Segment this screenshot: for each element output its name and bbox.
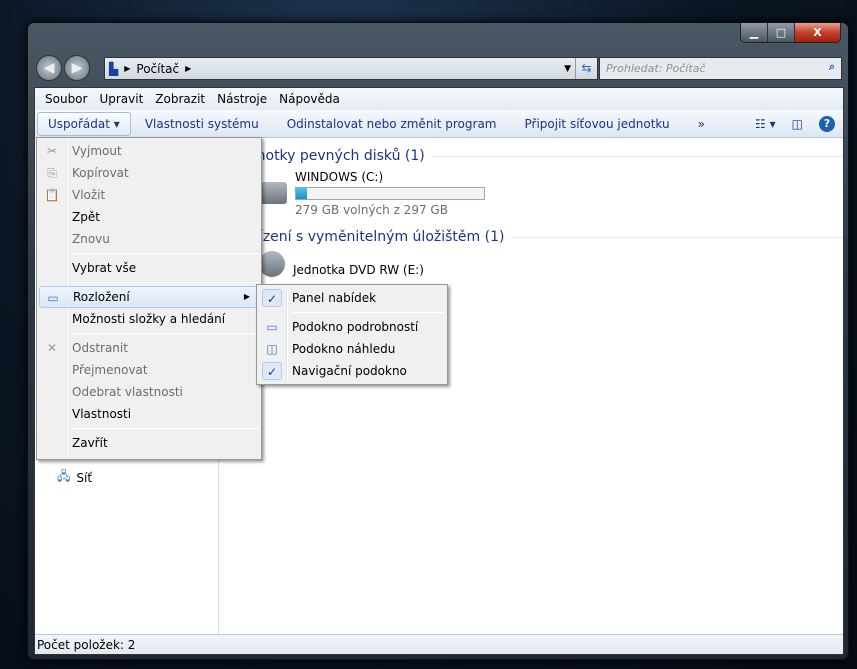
menu-item-properties[interactable]: Vlastnosti xyxy=(39,403,259,425)
menu-item-label: Znovu xyxy=(72,232,110,246)
menu-item-paste[interactable]: 📋 Vložit xyxy=(39,184,259,206)
breadcrumb-arrow-icon: ▶ xyxy=(124,64,131,73)
breadcrumb-computer[interactable]: Počítač xyxy=(136,62,179,76)
command-bar: Uspořádat ▾ Vlastnosti systému Odinstalo… xyxy=(35,110,843,138)
delete-x-icon: ✕ xyxy=(46,341,58,355)
checkmark-icon: ✓ xyxy=(262,289,282,307)
close-button[interactable]: X xyxy=(795,23,840,42)
menu-item-label: Zpět xyxy=(72,210,100,224)
drive-name: Jednotka DVD RW (E:) xyxy=(293,263,424,277)
menu-item-label: Možnosti složky a hledání xyxy=(72,312,226,326)
address-dropdown-icon[interactable]: ▼ xyxy=(564,64,571,74)
more-commands-button[interactable]: » xyxy=(684,117,719,131)
caption-buttons: ▁ □ X xyxy=(740,23,841,43)
menu-item-label: Vlastnosti xyxy=(72,407,132,421)
minimize-button[interactable]: ▁ xyxy=(741,23,768,42)
map-network-drive-button[interactable]: Připojit síťovou jednotku xyxy=(511,117,684,131)
menu-item-remove-properties[interactable]: Odebrat vlastnosti xyxy=(39,381,259,403)
menu-item-layout[interactable]: ▭ Rozložení ▶ xyxy=(39,286,259,308)
menu-item-label: Panel nabídek xyxy=(292,291,377,305)
drive-usage-fill xyxy=(296,188,308,199)
menu-item-label: Odstranit xyxy=(72,341,128,355)
network-icon: 🖧 xyxy=(57,469,71,483)
content-pane: Jednotky pevných disků (1) WINDOWS (C:) … xyxy=(235,148,843,289)
menu-item-navigation-pane[interactable]: ✓ Navigační podokno xyxy=(259,360,445,382)
item-count: Počet položek: 2 xyxy=(37,638,136,652)
menu-item-select-all[interactable]: Vybrat vše xyxy=(39,257,259,279)
search-icon[interactable]: ⌕ xyxy=(829,60,835,74)
menu-item-label: Navigační podokno xyxy=(292,364,407,378)
checkmark-icon: ✓ xyxy=(262,362,282,380)
menu-item-close[interactable]: Zavřít xyxy=(39,432,259,454)
drive-e[interactable]: Jednotka DVD RW (E:) xyxy=(259,251,843,277)
group-title: Zařízení s vyměnitelným úložištěm (1) xyxy=(235,229,505,245)
menu-item-menu-bar[interactable]: ✓ Panel nabídek xyxy=(259,287,445,309)
drive-c[interactable]: WINDOWS (C:) 279 GB volných z 297 GB xyxy=(259,170,843,217)
menu-item-label: Přejmenovat xyxy=(72,363,148,377)
menu-item-rename[interactable]: Přejmenovat xyxy=(39,359,259,381)
preview-pane-icon: ◫ xyxy=(266,342,278,356)
address-bar[interactable]: ▙ ▶ Počítač ▶ ▼ ⇆ xyxy=(104,57,598,80)
help-icon[interactable]: ? xyxy=(819,115,835,132)
computer-icon: ▙ xyxy=(109,61,119,76)
menu-item-label: Vložit xyxy=(72,188,106,202)
menu-item-redo[interactable]: Znovu xyxy=(39,228,259,250)
uninstall-program-button[interactable]: Odinstalovat nebo změnit program xyxy=(273,117,511,131)
menu-bar: Soubor Upravit Zobrazit Nástroje Nápověd… xyxy=(35,88,843,110)
submenu-arrow-icon: ▶ xyxy=(243,292,250,301)
menu-item-delete[interactable]: ✕ Odstranit xyxy=(39,337,259,359)
menu-item-undo[interactable]: Zpět xyxy=(39,206,259,228)
menu-item-label: Odebrat vlastnosti xyxy=(72,385,183,399)
drive-usage-bar xyxy=(295,187,485,200)
menu-item-folder-options[interactable]: Možnosti složky a hledání xyxy=(39,308,259,330)
nav-item-network[interactable]: 🖧 Síť xyxy=(57,467,92,488)
menu-item-details-pane[interactable]: ▭ Podokno podrobností xyxy=(259,316,445,338)
drive-name: WINDOWS (C:) xyxy=(295,170,384,184)
menu-item-label: Podokno podrobností xyxy=(292,320,419,334)
maximize-button[interactable]: □ xyxy=(768,23,795,42)
layout-icon: ▭ xyxy=(47,291,59,305)
menu-tools[interactable]: Nástroje xyxy=(211,92,273,106)
back-button[interactable]: ◀ xyxy=(36,55,62,81)
change-view-icon[interactable]: ☷ ▾ xyxy=(755,117,776,131)
system-properties-button[interactable]: Vlastnosti systému xyxy=(131,117,273,131)
details-pane-icon: ▭ xyxy=(266,320,278,334)
group-title: Jednotky pevných disků (1) xyxy=(235,148,425,164)
hard-disk-icon xyxy=(259,182,287,204)
menu-item-label: Vyjmout xyxy=(72,144,122,158)
copy-icon: ⎘ xyxy=(47,166,57,180)
menu-item-label: Rozložení xyxy=(73,290,130,304)
drive-free-space: 279 GB volných z 297 GB xyxy=(295,203,448,217)
menu-item-label: Podokno náhledu xyxy=(292,342,396,356)
breadcrumb-arrow-icon: ▶ xyxy=(185,64,192,73)
organize-menu: ✂ Vyjmout ⎘ Kopírovat 📋 Vložit Zpět Znovu V… xyxy=(36,137,262,460)
group-header-hdd[interactable]: Jednotky pevných disků (1) xyxy=(235,148,843,164)
status-bar: Počet položek: 2 xyxy=(35,634,843,654)
menu-item-copy[interactable]: ⎘ Kopírovat xyxy=(39,162,259,184)
menu-help[interactable]: Nápověda xyxy=(273,92,346,106)
menu-item-label: Kopírovat xyxy=(72,166,129,180)
organize-label: Uspořádat xyxy=(48,116,110,131)
menu-edit[interactable]: Upravit xyxy=(93,92,149,106)
refresh-icon[interactable]: ⇆ xyxy=(575,58,597,79)
clipboard-icon: 📋 xyxy=(44,188,60,202)
menu-item-label: Vybrat vše xyxy=(72,261,137,275)
dvd-drive-icon xyxy=(259,251,285,277)
scissors-icon: ✂ xyxy=(46,144,58,158)
menu-item-preview-pane[interactable]: ◫ Podokno náhledu xyxy=(259,338,445,360)
preview-pane-icon[interactable]: ◫ xyxy=(792,117,803,131)
menu-item-cut[interactable]: ✂ Vyjmout xyxy=(39,140,259,162)
menu-view[interactable]: Zobrazit xyxy=(149,92,211,106)
organize-button[interactable]: Uspořádat ▾ xyxy=(37,111,131,136)
search-placeholder: Prohledat: Počítač xyxy=(606,62,706,75)
nav-network-label: Síť xyxy=(76,470,93,485)
menu-file[interactable]: Soubor xyxy=(39,92,93,106)
forward-button[interactable]: ▶ xyxy=(64,55,90,81)
menu-item-label: Zavřít xyxy=(72,436,108,450)
layout-submenu: ✓ Panel nabídek ▭ Podokno podrobností ◫ Pod… xyxy=(256,284,448,385)
group-header-removable[interactable]: Zařízení s vyměnitelným úložištěm (1) xyxy=(235,229,843,245)
search-input[interactable]: Prohledat: Počítač ⌕ xyxy=(599,57,842,80)
